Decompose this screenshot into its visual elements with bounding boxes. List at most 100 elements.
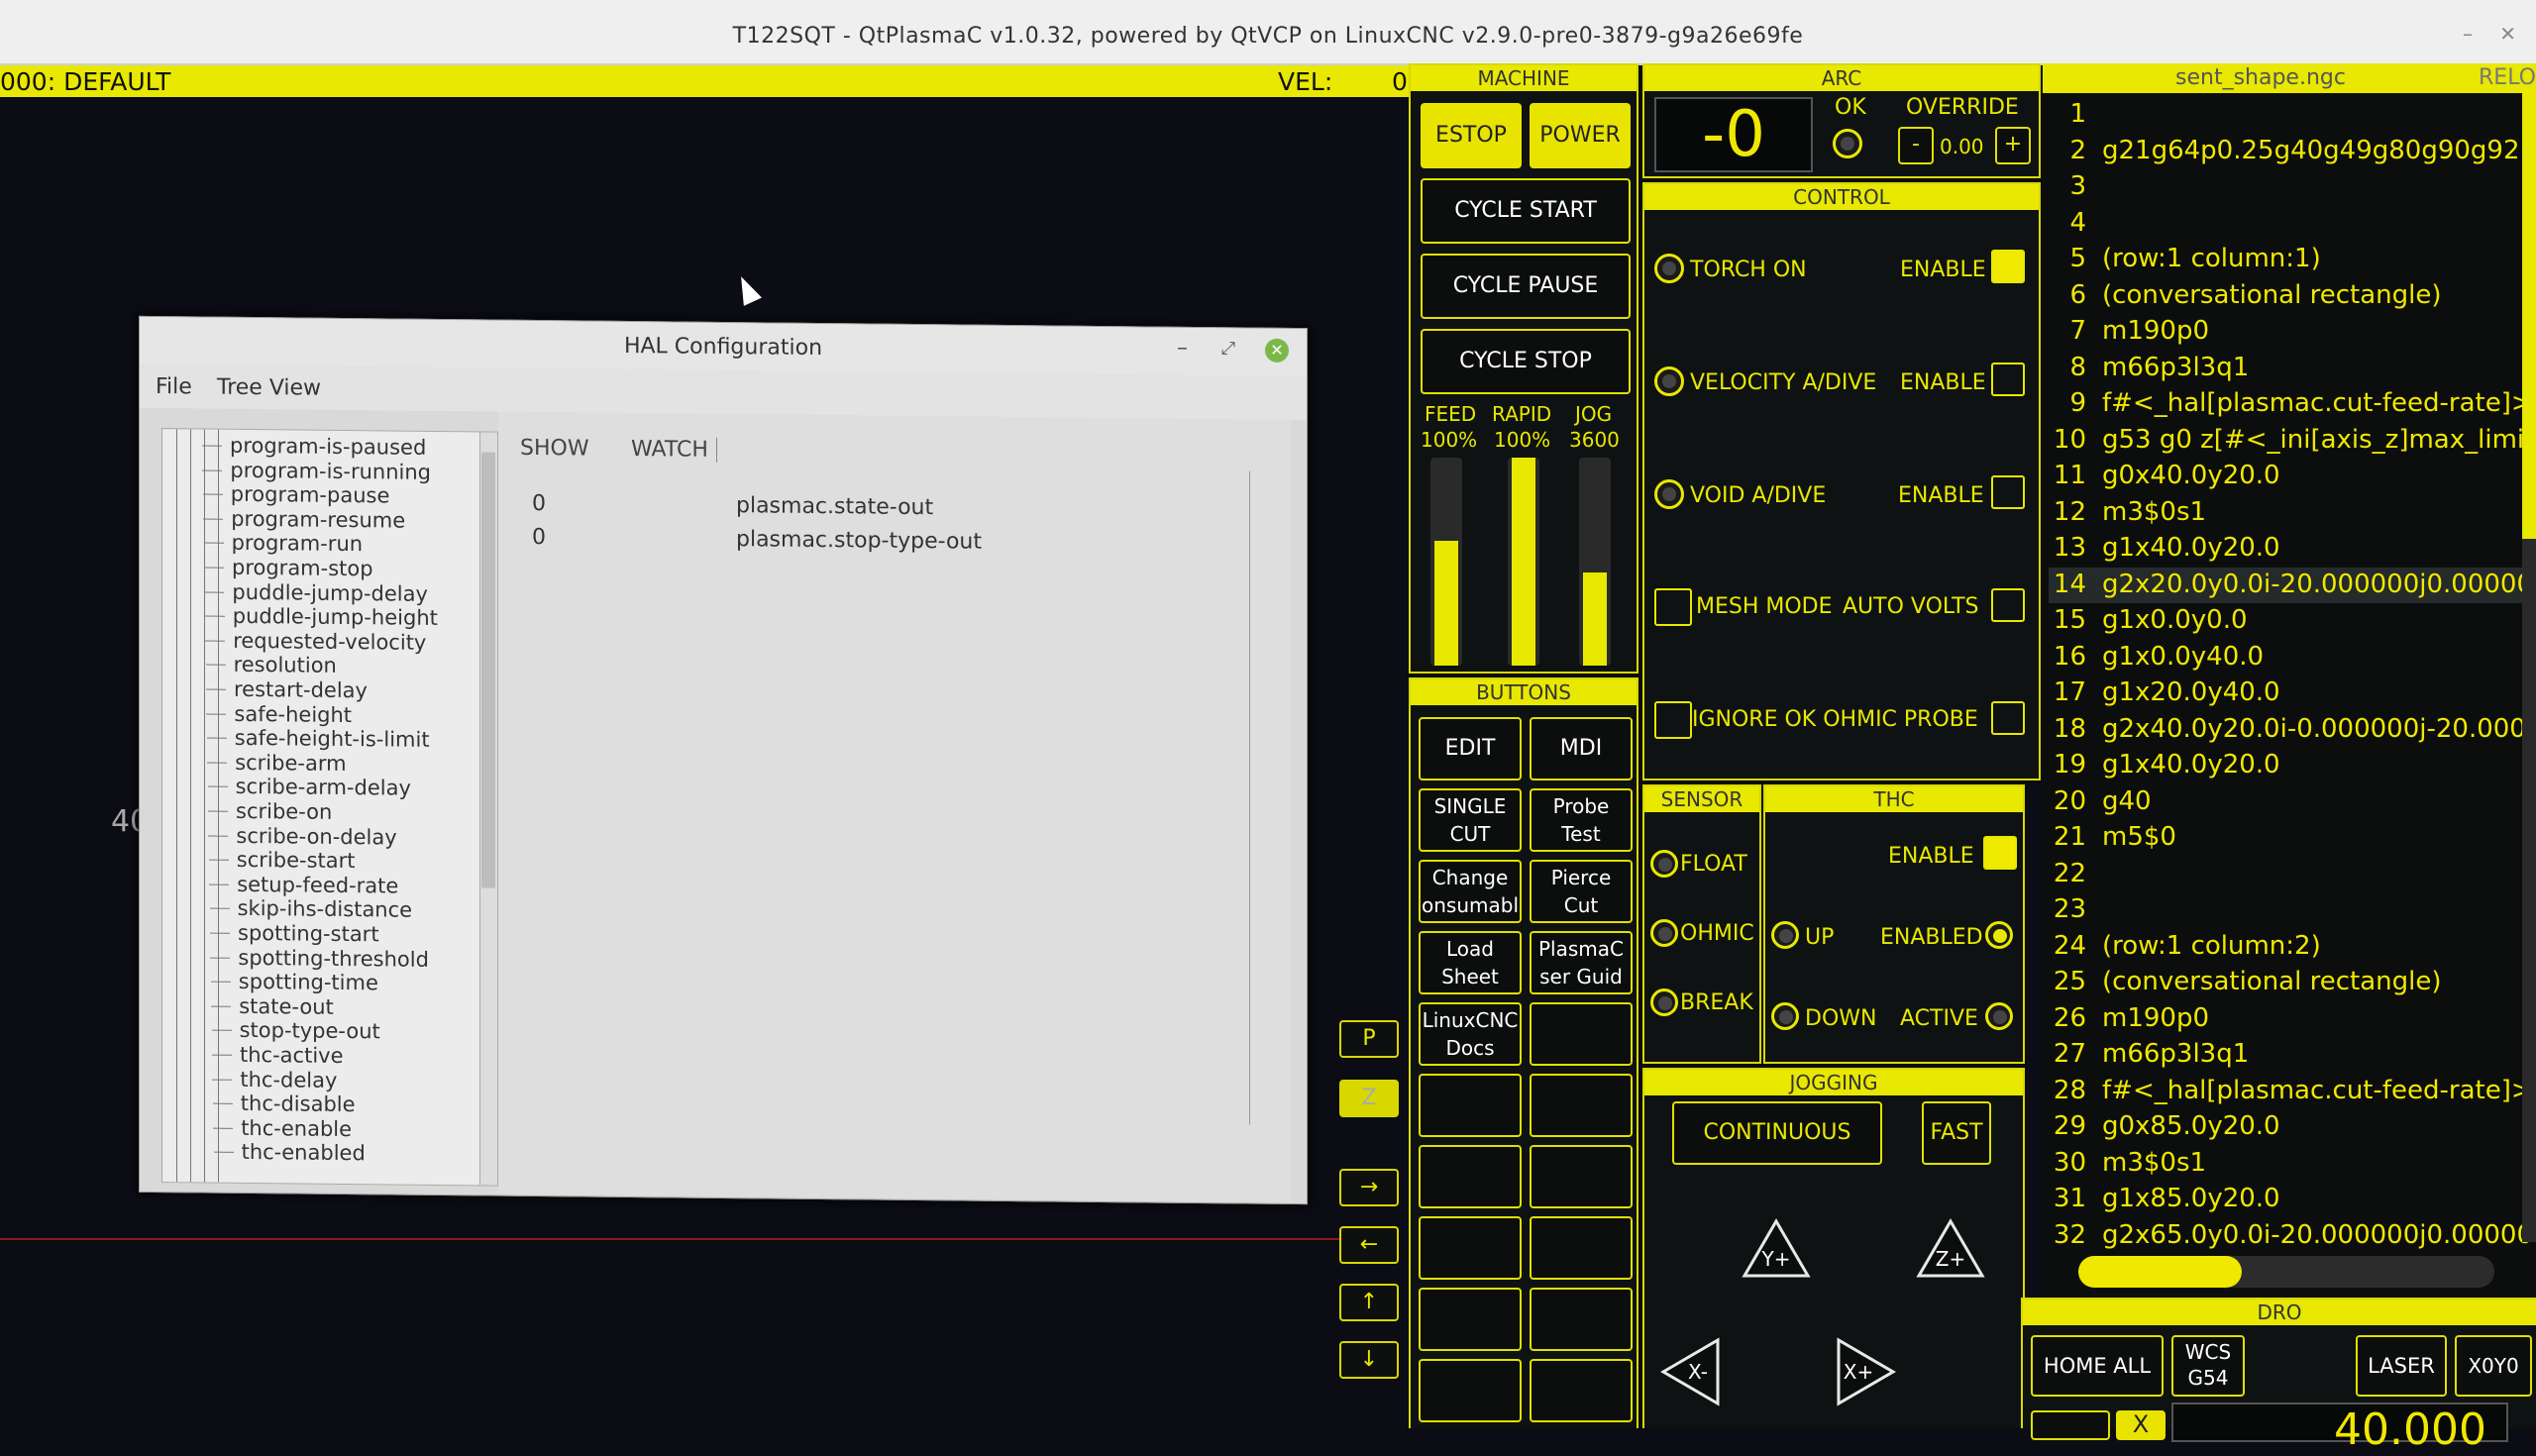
- tree-item[interactable]: stop-type-out: [211, 1018, 380, 1044]
- gcode-line[interactable]: 18 g2x40.0y20.0i-0.000000j-20.00000: [2043, 714, 2536, 744]
- gcode-line[interactable]: 7 m190p0: [2043, 316, 2209, 346]
- tree-item[interactable]: scribe-start: [208, 848, 356, 873]
- linuxcnc-docs-button[interactable]: LinuxCNC Docs: [1419, 1002, 1522, 1066]
- laser-button[interactable]: LASER: [2356, 1335, 2447, 1397]
- tree-item[interactable]: program-resume: [203, 507, 405, 532]
- tree-item[interactable]: program-is-paused: [202, 434, 426, 460]
- power-button[interactable]: POWER: [1530, 103, 1631, 168]
- user-button[interactable]: [1530, 1359, 1633, 1422]
- tree-item[interactable]: safe-height: [206, 701, 352, 727]
- tree-item[interactable]: spotting-start: [210, 921, 379, 946]
- pierce-cut-button[interactable]: Pierce Cut: [1530, 860, 1633, 923]
- gcode-line[interactable]: 24 (row:1 column:2): [2043, 931, 2321, 961]
- gcode-line[interactable]: 1: [2043, 99, 2102, 129]
- user-button[interactable]: [1419, 1074, 1522, 1137]
- change-consumable-button[interactable]: Change onsumabl: [1419, 860, 1522, 923]
- tab-show[interactable]: SHOW: [520, 436, 589, 462]
- dialog-maximize-button[interactable]: ⤢: [1221, 338, 1235, 359]
- tree-item[interactable]: program-is-running: [202, 458, 431, 484]
- plasmac-user-guide-button[interactable]: PlasmaC ser Guid: [1530, 931, 1633, 994]
- user-button[interactable]: [1530, 1288, 1633, 1351]
- tree-item[interactable]: thc-enable: [213, 1116, 352, 1141]
- tree-item[interactable]: resolution: [205, 653, 337, 677]
- hal-tree-view[interactable]: program-is-paused program-is-running progr…: [161, 428, 498, 1187]
- load-sheet-button[interactable]: Load Sheet: [1419, 931, 1522, 994]
- tree-item[interactable]: puddle-jump-delay: [204, 579, 428, 605]
- jog-slider[interactable]: [1579, 458, 1611, 666]
- arrow-right-icon[interactable]: →: [1339, 1169, 1399, 1206]
- minimize-button[interactable]: –: [2463, 22, 2473, 46]
- gcode-line[interactable]: 10 g53 g0 z[#<_ini[axis_z]max_limit>: [2043, 425, 2536, 455]
- dialog-close-button[interactable]: ✕: [1265, 338, 1289, 363]
- tree-item[interactable]: scribe-on-delay: [208, 823, 397, 849]
- tree-item[interactable]: thc-delay: [212, 1067, 337, 1092]
- watch-scrollbar[interactable]: [1249, 470, 1269, 1125]
- void-enable-checkbox[interactable]: [1991, 475, 2025, 509]
- gcode-line[interactable]: 5 (row:1 column:1): [2043, 244, 2320, 273]
- axis-x-selector[interactable]: X: [2116, 1410, 2166, 1440]
- gcode-vertical-scrollbar[interactable]: [2522, 93, 2536, 1242]
- tree-item[interactable]: thc-active: [212, 1043, 344, 1068]
- arrow-down-icon[interactable]: ↓: [1339, 1341, 1399, 1379]
- reload-button[interactable]: RELO: [2479, 65, 2536, 90]
- estop-button[interactable]: ESTOP: [1421, 103, 1522, 168]
- gcode-line[interactable]: 8 m66p3l3q1: [2043, 353, 2249, 382]
- watch-pin-name[interactable]: plasmac.stop-type-out: [736, 527, 982, 555]
- arrow-up-icon[interactable]: ↑: [1339, 1284, 1399, 1321]
- user-button[interactable]: [1530, 1216, 1633, 1280]
- jog-continuous-button[interactable]: CONTINUOUS: [1672, 1101, 1882, 1165]
- user-button[interactable]: [1530, 1002, 1633, 1066]
- gcode-line[interactable]: 13 g1x40.0y20.0: [2043, 533, 2280, 563]
- auto-volts-checkbox[interactable]: [1991, 588, 2025, 622]
- side-button-z[interactable]: Z: [1339, 1080, 1399, 1117]
- user-button[interactable]: [1530, 1074, 1633, 1137]
- probe-test-button[interactable]: Probe Test: [1530, 788, 1633, 852]
- side-button-p[interactable]: P: [1339, 1020, 1399, 1058]
- user-button[interactable]: [1419, 1145, 1522, 1208]
- gcode-line[interactable]: 11 g0x40.0y20.0: [2043, 461, 2280, 490]
- dialog-minimize-button[interactable]: –: [1177, 336, 1188, 361]
- gcode-line[interactable]: 2 g21g64p0.25g40g49g80g90g92.1: [2043, 136, 2536, 165]
- gcode-horizontal-scrollbar[interactable]: [2078, 1256, 2494, 1288]
- tree-item[interactable]: scribe-arm: [207, 751, 347, 776]
- gcode-line[interactable]: 4: [2043, 208, 2102, 238]
- tree-item[interactable]: thc-enabled: [213, 1140, 366, 1166]
- tree-item[interactable]: thc-disable: [212, 1092, 356, 1116]
- watch-pin-name[interactable]: plasmac.state-out: [736, 493, 933, 520]
- tree-item[interactable]: spotting-time: [210, 970, 378, 995]
- user-button[interactable]: [1419, 1288, 1522, 1351]
- gcode-line[interactable]: 15 g1x0.0y0.0: [2043, 605, 2248, 635]
- user-button[interactable]: [1419, 1359, 1522, 1422]
- cycle-stop-button[interactable]: CYCLE STOP: [1421, 329, 1631, 394]
- home-x-button[interactable]: [2031, 1410, 2110, 1440]
- tree-item[interactable]: requested-velocity: [205, 629, 426, 655]
- single-cut-button[interactable]: SINGLE CUT: [1419, 788, 1522, 852]
- override-plus-button[interactable]: +: [1995, 127, 2031, 164]
- gcode-line[interactable]: 6 (conversational rectangle): [2043, 280, 2441, 310]
- gcode-line[interactable]: 12 m3$0s1: [2043, 497, 2206, 527]
- tree-item[interactable]: program-pause: [202, 482, 389, 508]
- tree-item[interactable]: scribe-arm-delay: [207, 775, 411, 800]
- tree-item[interactable]: skip-ihs-distance: [209, 896, 412, 922]
- gcode-line[interactable]: 29 g0x85.0y20.0: [2043, 1111, 2280, 1141]
- tree-item[interactable]: scribe-on: [208, 799, 332, 824]
- edit-button[interactable]: EDIT: [1419, 717, 1522, 780]
- wcs-button[interactable]: WCS G54: [2171, 1335, 2245, 1397]
- gcode-line[interactable]: 30 m3$0s1: [2043, 1148, 2206, 1178]
- arrow-left-icon[interactable]: ←: [1339, 1226, 1399, 1264]
- jog-x-plus-button[interactable]: X+: [1835, 1337, 1896, 1406]
- tree-item[interactable]: program-stop: [204, 556, 373, 580]
- tree-item[interactable]: safe-height-is-limit: [206, 726, 430, 752]
- close-button[interactable]: ✕: [2499, 22, 2516, 46]
- ohmic-probe-checkbox[interactable]: [1991, 701, 2025, 735]
- velocity-enable-checkbox[interactable]: [1991, 363, 2025, 396]
- override-minus-button[interactable]: -: [1898, 127, 1934, 164]
- cycle-start-button[interactable]: CYCLE START: [1421, 178, 1631, 244]
- ignore-ok-checkbox[interactable]: [1654, 701, 1692, 739]
- menu-file[interactable]: File: [156, 374, 192, 399]
- tree-item[interactable]: state-out: [211, 994, 334, 1019]
- menu-tree-view[interactable]: Tree View: [217, 375, 321, 401]
- tree-item[interactable]: puddle-jump-height: [204, 604, 438, 630]
- x0y0-button[interactable]: X0Y0: [2455, 1335, 2532, 1397]
- rapid-slider[interactable]: [1508, 458, 1539, 666]
